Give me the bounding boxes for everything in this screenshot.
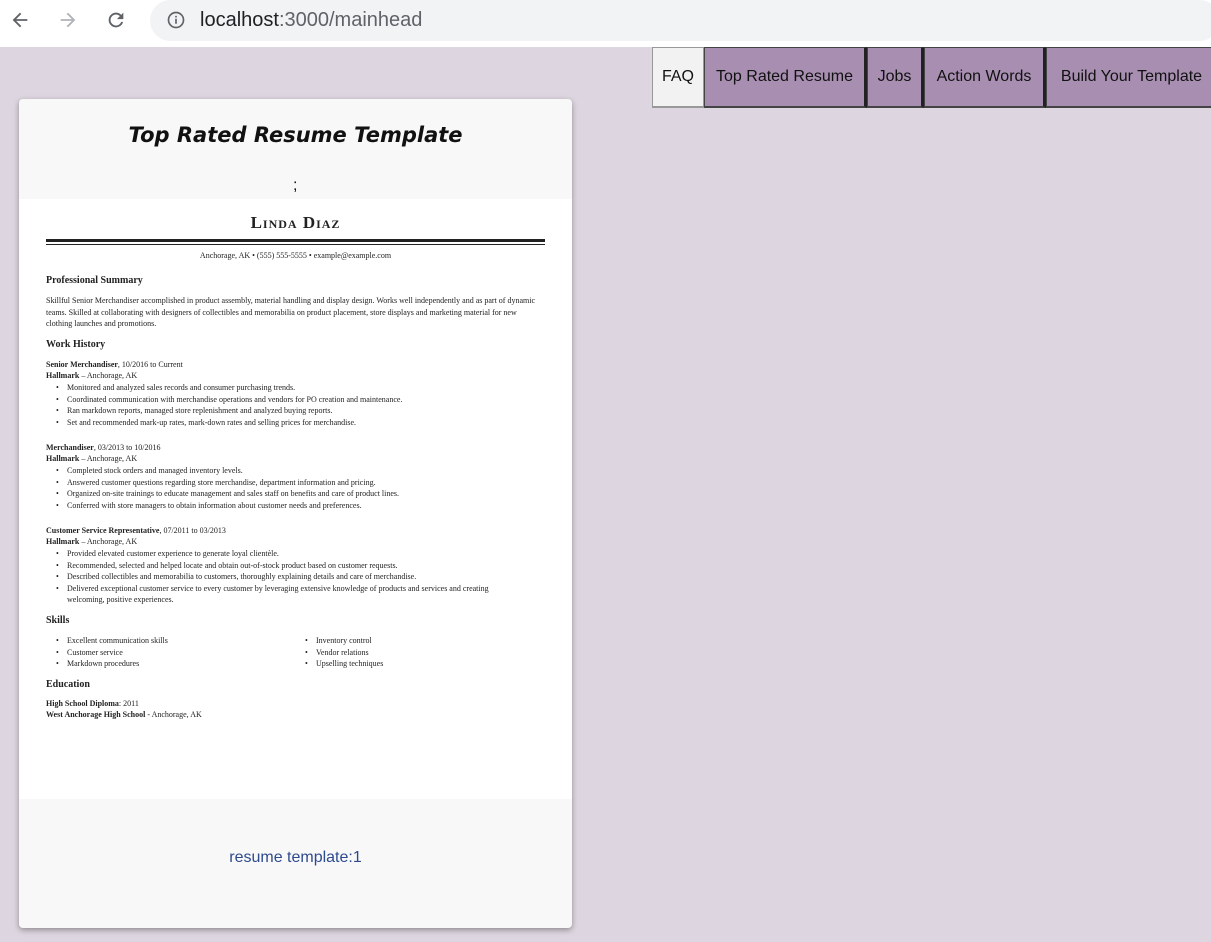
back-arrow-icon[interactable] <box>6 6 34 34</box>
template-label[interactable]: resume template:1 <box>19 849 572 867</box>
job-company: Hallmark – Anchorage, AK <box>46 537 137 546</box>
job-title: Senior Merchandiser, 10/2016 to Current <box>46 360 183 369</box>
job-bullets: Completed stock orders and managed inven… <box>56 465 526 511</box>
resume-divider-thin <box>46 244 545 245</box>
list-item: Recommended, selected and helped locate … <box>56 560 526 572</box>
job-company: Hallmark – Anchorage, AK <box>46 454 137 463</box>
list-item: Upselling techniques <box>305 658 505 670</box>
stray-semicolon: ; <box>293 177 298 194</box>
browser-toolbar: localhost:3000/mainhead <box>0 0 1211 47</box>
list-item: Vendor relations <box>305 647 505 659</box>
list-item: Markdown procedures <box>56 658 276 670</box>
job-title-name: Merchandiser <box>46 443 94 452</box>
company-name: Hallmark <box>46 454 80 463</box>
company-location: – Anchorage, AK <box>79 537 138 546</box>
company-name: Hallmark <box>46 371 80 380</box>
resume-name: Linda Diaz <box>250 213 341 232</box>
summary-heading: Professional Summary <box>46 275 143 286</box>
tab-action-words[interactable]: Action Words <box>924 47 1046 108</box>
education-heading: Education <box>46 679 90 690</box>
list-item: Set and recommended mark-up rates, mark-… <box>56 417 526 429</box>
education-entry: West Anchorage High School - Anchorage, … <box>46 710 202 719</box>
list-item: Excellent communication skills <box>56 635 276 647</box>
education-year: : 2011 <box>118 699 139 708</box>
resume-preview[interactable]: Linda Diaz Anchorage, AK • (555) 555-555… <box>19 199 572 799</box>
work-heading: Work History <box>46 339 106 350</box>
tab-top-rated-resume[interactable]: Top Rated Resume <box>704 47 867 108</box>
company-location: – Anchorage, AK <box>79 454 138 463</box>
job-title: Customer Service Representative, 07/2011… <box>46 526 226 535</box>
list-item: Inventory control <box>305 635 505 647</box>
list-item: Delivered exceptional customer service t… <box>56 583 526 606</box>
top-nav: FAQ Top Rated Resume Jobs Action Words B… <box>652 47 1211 108</box>
tab-faq[interactable]: FAQ <box>652 47 704 108</box>
list-item: Coordinated communication with merchandi… <box>56 394 526 406</box>
education-school: West Anchorage High School <box>46 710 146 719</box>
job-bullets: Provided elevated customer experience to… <box>56 548 526 606</box>
list-item: Completed stock orders and managed inven… <box>56 465 526 477</box>
url-text[interactable]: localhost:3000/mainhead <box>200 9 422 32</box>
summary-text: Skillful Senior Merchandiser accomplishe… <box>46 296 536 328</box>
tab-build-your-template[interactable]: Build Your Template <box>1046 47 1211 108</box>
resume-divider <box>46 239 545 242</box>
job-title-name: Customer Service Representative <box>46 526 160 535</box>
tab-jobs[interactable]: Jobs <box>867 47 924 108</box>
address-bar[interactable]: localhost:3000/mainhead <box>150 0 1211 41</box>
reload-icon[interactable] <box>102 6 130 34</box>
resume-contact: Anchorage, AK • (555) 555-5555 • example… <box>199 251 392 260</box>
site-info-icon[interactable] <box>166 10 186 30</box>
list-item: Customer service <box>56 647 276 659</box>
education-entry: High School Diploma: 2011 <box>46 699 139 708</box>
company-name: Hallmark <box>46 537 80 546</box>
card-title: Top Rated Resume Template <box>128 123 463 147</box>
job-dates: , 07/2011 to 03/2013 <box>159 526 226 535</box>
education-degree: High School Diploma <box>46 699 119 708</box>
skills-heading: Skills <box>46 615 70 626</box>
forward-arrow-icon[interactable] <box>54 6 82 34</box>
job-dates: , 10/2016 to Current <box>117 360 183 369</box>
job-company: Hallmark – Anchorage, AK <box>46 371 137 380</box>
list-item: Ran markdown reports, managed store repl… <box>56 405 526 417</box>
job-title-name: Senior Merchandiser <box>46 360 118 369</box>
skills-right: Inventory control Vendor relations Upsel… <box>305 635 505 670</box>
education-location: - Anchorage, AK <box>145 710 202 719</box>
url-host: localhost <box>200 9 279 31</box>
resume-template-card[interactable]: Top Rated Resume Template ; Linda Diaz A… <box>19 99 572 928</box>
list-item: Provided elevated customer experience to… <box>56 548 526 560</box>
list-item: Described collectibles and memorabilia t… <box>56 571 526 583</box>
list-item: Organized on-site trainings to educate m… <box>56 488 526 500</box>
company-location: – Anchorage, AK <box>79 371 138 380</box>
job-dates: , 03/2013 to 10/2016 <box>93 443 161 452</box>
list-item: Monitored and analyzed sales records and… <box>56 382 526 394</box>
skills-left: Excellent communication skills Customer … <box>56 635 276 670</box>
list-item: Conferred with store managers to obtain … <box>56 500 526 512</box>
url-path: :3000/mainhead <box>278 9 423 31</box>
list-item: Answered customer questions regarding st… <box>56 477 526 489</box>
job-bullets: Monitored and analyzed sales records and… <box>56 382 526 428</box>
job-title: Merchandiser, 03/2013 to 10/2016 <box>46 443 161 452</box>
